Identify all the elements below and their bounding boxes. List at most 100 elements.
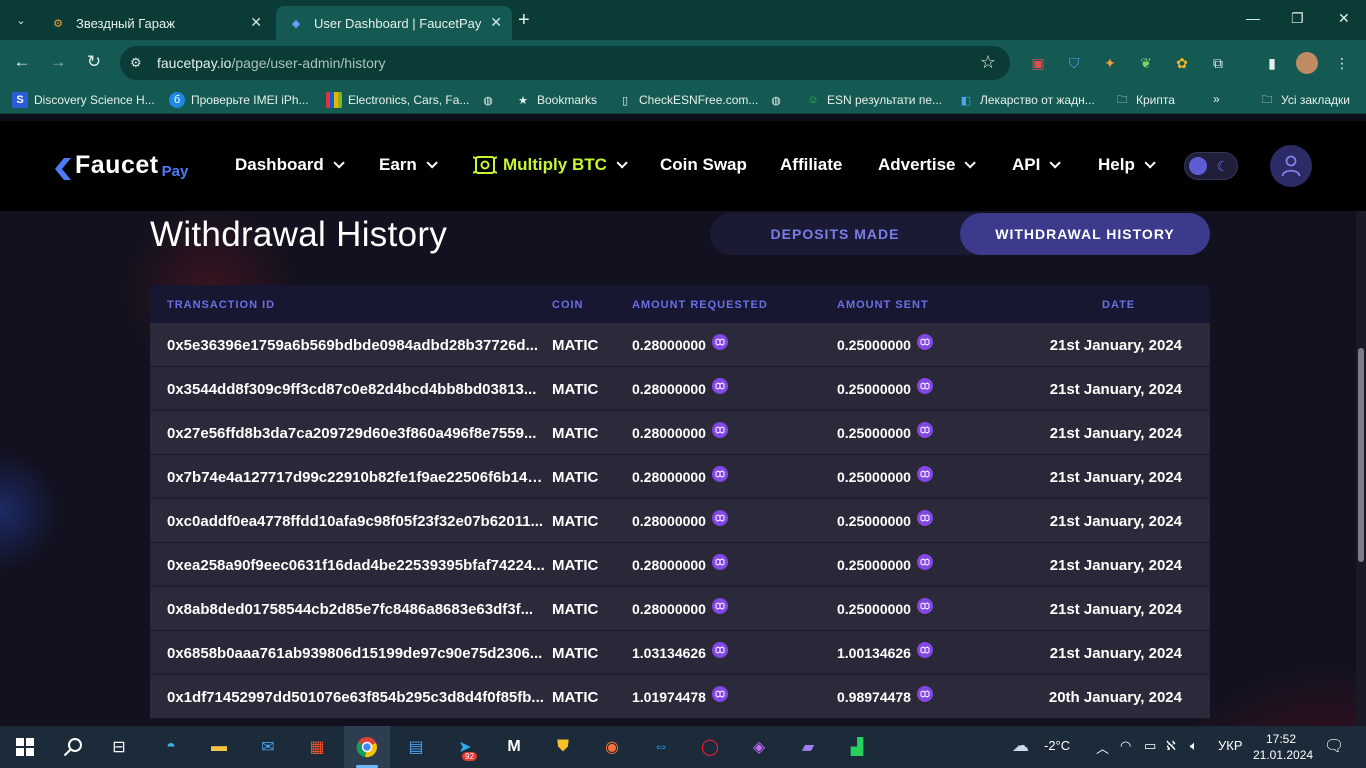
weather-temp[interactable]: -2°C — [1044, 738, 1070, 753]
column-header-txid: TRANSACTION ID — [167, 299, 276, 311]
browser-tab-active[interactable]: ◆ User Dashboard | FaucetPay ✕ — [276, 6, 512, 40]
minimize-window-icon[interactable]: — — [1246, 10, 1260, 26]
mask-app-icon[interactable]: ◈ — [746, 735, 772, 759]
weather-cloud-icon[interactable]: ☁ — [1012, 736, 1029, 756]
bookmark-item[interactable]: S Discovery Science H... — [12, 92, 155, 108]
date-cell: 21st January, 2024 — [1049, 425, 1182, 442]
transaction-id-link[interactable]: 0x8ab8ded01758544cb2d85e7fc8486a8683e63d… — [167, 601, 547, 618]
globe-icon: ◍ — [771, 94, 781, 107]
shield-app-icon[interactable]: ⛊ — [550, 735, 576, 759]
bookmark-item[interactable]: ◍ — [768, 92, 790, 108]
nav-coin-swap[interactable]: Coin Swap — [660, 155, 747, 175]
wifi-icon[interactable]: ◠ — [1120, 738, 1131, 754]
bookmark-item[interactable]: б Проверьте IMEI iPh... — [169, 92, 309, 108]
close-tab-icon[interactable]: ✕ — [250, 14, 262, 31]
user-account-button[interactable] — [1270, 145, 1312, 187]
metamask-fox-icon[interactable]: ✦ — [1100, 53, 1120, 73]
tray-chevron-up-icon[interactable]: ︿ — [1096, 738, 1109, 757]
profile-avatar[interactable] — [1296, 52, 1318, 74]
bookmark-star-icon[interactable]: ☆ — [980, 52, 996, 73]
bookmark-item[interactable]: ☺ ESN результати пе... — [805, 92, 942, 108]
site-header: Faucet Pay Dashboard Earn Multiply BTC C… — [0, 121, 1366, 211]
page-scrollbar-thumb[interactable] — [1358, 348, 1364, 562]
extension-icon[interactable]: ▣ — [1028, 53, 1048, 73]
bookmark-item[interactable]: ◧ Лекарство от жадн... — [958, 92, 1095, 108]
input-method-icon[interactable]: ℵ — [1166, 738, 1176, 754]
browser-tab[interactable]: ⚙ Звездный Гараж ✕ — [38, 6, 272, 40]
restore-window-icon[interactable]: ❐ — [1291, 10, 1304, 27]
bookmark-label: Усі закладки — [1281, 93, 1351, 107]
nav-advertise[interactable]: Advertise — [878, 155, 977, 175]
transaction-id-link[interactable]: 0x3544dd8f309c9ff3cd87c0e82d4bcd4bb8bd03… — [167, 381, 547, 398]
chrome-icon[interactable] — [354, 735, 380, 759]
mail-icon[interactable]: ✉ — [255, 735, 281, 759]
document-icon[interactable]: ▤ — [403, 735, 429, 759]
nav-help[interactable]: Help — [1098, 155, 1156, 175]
reload-icon[interactable]: ↻ — [83, 52, 105, 72]
tab-search-button[interactable]: ⌄ — [8, 8, 34, 32]
site-settings-icon[interactable]: ⚙ — [130, 55, 142, 71]
nav-api[interactable]: API — [1012, 155, 1062, 175]
forward-arrow-icon[interactable]: → — [47, 52, 69, 72]
deposits-made-tab[interactable]: DEPOSITS MADE — [710, 213, 960, 255]
withdrawal-history-tab[interactable]: WITHDRAWAL HISTORY — [960, 213, 1210, 255]
back-arrow-icon[interactable]: ← — [11, 52, 33, 72]
nav-affiliate[interactable]: Affiliate — [780, 155, 842, 175]
side-panel-icon[interactable]: ▮ — [1262, 53, 1282, 73]
close-tab-icon[interactable]: ✕ — [490, 14, 502, 31]
search-icon[interactable] — [60, 735, 86, 759]
bookmark-item[interactable]: ▯ CheckESNFree.com... — [617, 92, 758, 108]
puzzle-extensions-icon[interactable]: ⧉ — [1208, 53, 1228, 73]
column-header-date: DATE — [1102, 299, 1136, 311]
language-indicator[interactable]: УКР — [1218, 738, 1243, 753]
bookmark-item[interactable]: ★ Bookmarks — [515, 92, 597, 108]
transaction-id-link[interactable]: 0xea258a90f9eec0631f16dad4be22539395bfaf… — [167, 557, 547, 574]
transaction-id-link[interactable]: 0x27e56ffd8b3da7ca209729d60e3f860a496f8e… — [167, 425, 547, 442]
coin-cell: MATIC — [552, 557, 599, 574]
bookmark-item[interactable]: ◍ — [480, 92, 502, 108]
matic-coin-icon — [711, 642, 728, 658]
transaction-id-link[interactable]: 0x5e36396e1759a6b569bdbde0984adbd28b3772… — [167, 337, 547, 354]
bookmark-item[interactable]: Electronics, Cars, Fa... — [326, 92, 469, 108]
phone-icon: ▯ — [621, 94, 629, 107]
bookmark-folder[interactable]: 🗀 Крипта — [1114, 92, 1175, 108]
bookmark-label: Лекарство от жадн... — [980, 93, 1095, 107]
shield-extension-icon[interactable]: ⛉ — [1064, 53, 1084, 73]
system-clock[interactable]: 17:52 21.01.2024 — [1253, 731, 1313, 763]
edge-icon[interactable]: ◓ — [158, 735, 184, 759]
cluster-extension-icon[interactable]: ✿ — [1172, 53, 1192, 73]
nav-dashboard[interactable]: Dashboard — [235, 155, 345, 175]
new-tab-plus-icon[interactable]: + — [518, 10, 530, 30]
matic-coin-icon — [916, 554, 933, 570]
transaction-id-link[interactable]: 0xc0addf0ea4778ffdd10afa9c98f05f23f32e07… — [167, 513, 547, 530]
close-window-icon[interactable]: ✕ — [1338, 10, 1350, 27]
store-icon[interactable]: ▦ — [304, 735, 330, 759]
theme-toggle[interactable]: ☾ — [1184, 152, 1238, 180]
teamviewer-icon[interactable]: ⇔ — [648, 735, 674, 759]
volume-icon[interactable]: 🔈︎ — [1190, 738, 1198, 754]
address-bar[interactable]: ⚙ faucetpay.io/page/user-admin/history ☆ — [120, 46, 1010, 80]
leaf-extension-icon[interactable]: ❦ — [1136, 53, 1156, 73]
windows-start-icon[interactable] — [12, 735, 38, 759]
faucetpay-logo[interactable]: Faucet Pay — [55, 151, 188, 180]
browser-toolbar: ← → ↻ ⚙ faucetpay.io/page/user-admin/his… — [0, 40, 1366, 86]
file-explorer-icon[interactable]: ▬ — [206, 735, 232, 759]
opera-icon[interactable]: ◯ — [697, 735, 723, 759]
all-bookmarks-folder[interactable]: 🗀 Усі закладки — [1259, 92, 1351, 108]
chevron-down-icon — [1144, 157, 1156, 169]
media-app-icon[interactable]: ▰ — [795, 735, 821, 759]
firefox-icon[interactable]: ◉ — [599, 735, 625, 759]
transaction-id-link[interactable]: 0x6858b0aaa761ab939806d15199de97c90e75d2… — [167, 645, 547, 662]
windows-taskbar: ⊟ ◓ ▬ ✉ ▦ ▤ ➤ 92 M ⛊ ◉ ⇔ ◯ ◈ ▰ ▟ ☁ -2°C … — [0, 726, 1366, 768]
battery-icon[interactable]: ▭ — [1144, 738, 1156, 754]
menu-dots-icon[interactable]: ⋮ — [1332, 53, 1352, 73]
notifications-icon[interactable]: 🗨︎ — [1324, 736, 1344, 756]
transaction-id-link[interactable]: 0x7b74e4a127717d99c22910b82fe1f9ae22506f… — [167, 469, 547, 486]
m-app-icon[interactable]: M — [501, 735, 527, 759]
task-view-icon[interactable]: ⊟ — [106, 735, 132, 759]
chart-app-icon[interactable]: ▟ — [844, 735, 870, 759]
transaction-id-link[interactable]: 0x1df71452997dd501076e63f854b295c3d8d4f0… — [167, 689, 547, 706]
nav-multiply-btc[interactable]: Multiply BTC — [473, 154, 628, 176]
bookmarks-overflow[interactable]: » — [1213, 92, 1220, 106]
nav-earn[interactable]: Earn — [379, 155, 438, 175]
